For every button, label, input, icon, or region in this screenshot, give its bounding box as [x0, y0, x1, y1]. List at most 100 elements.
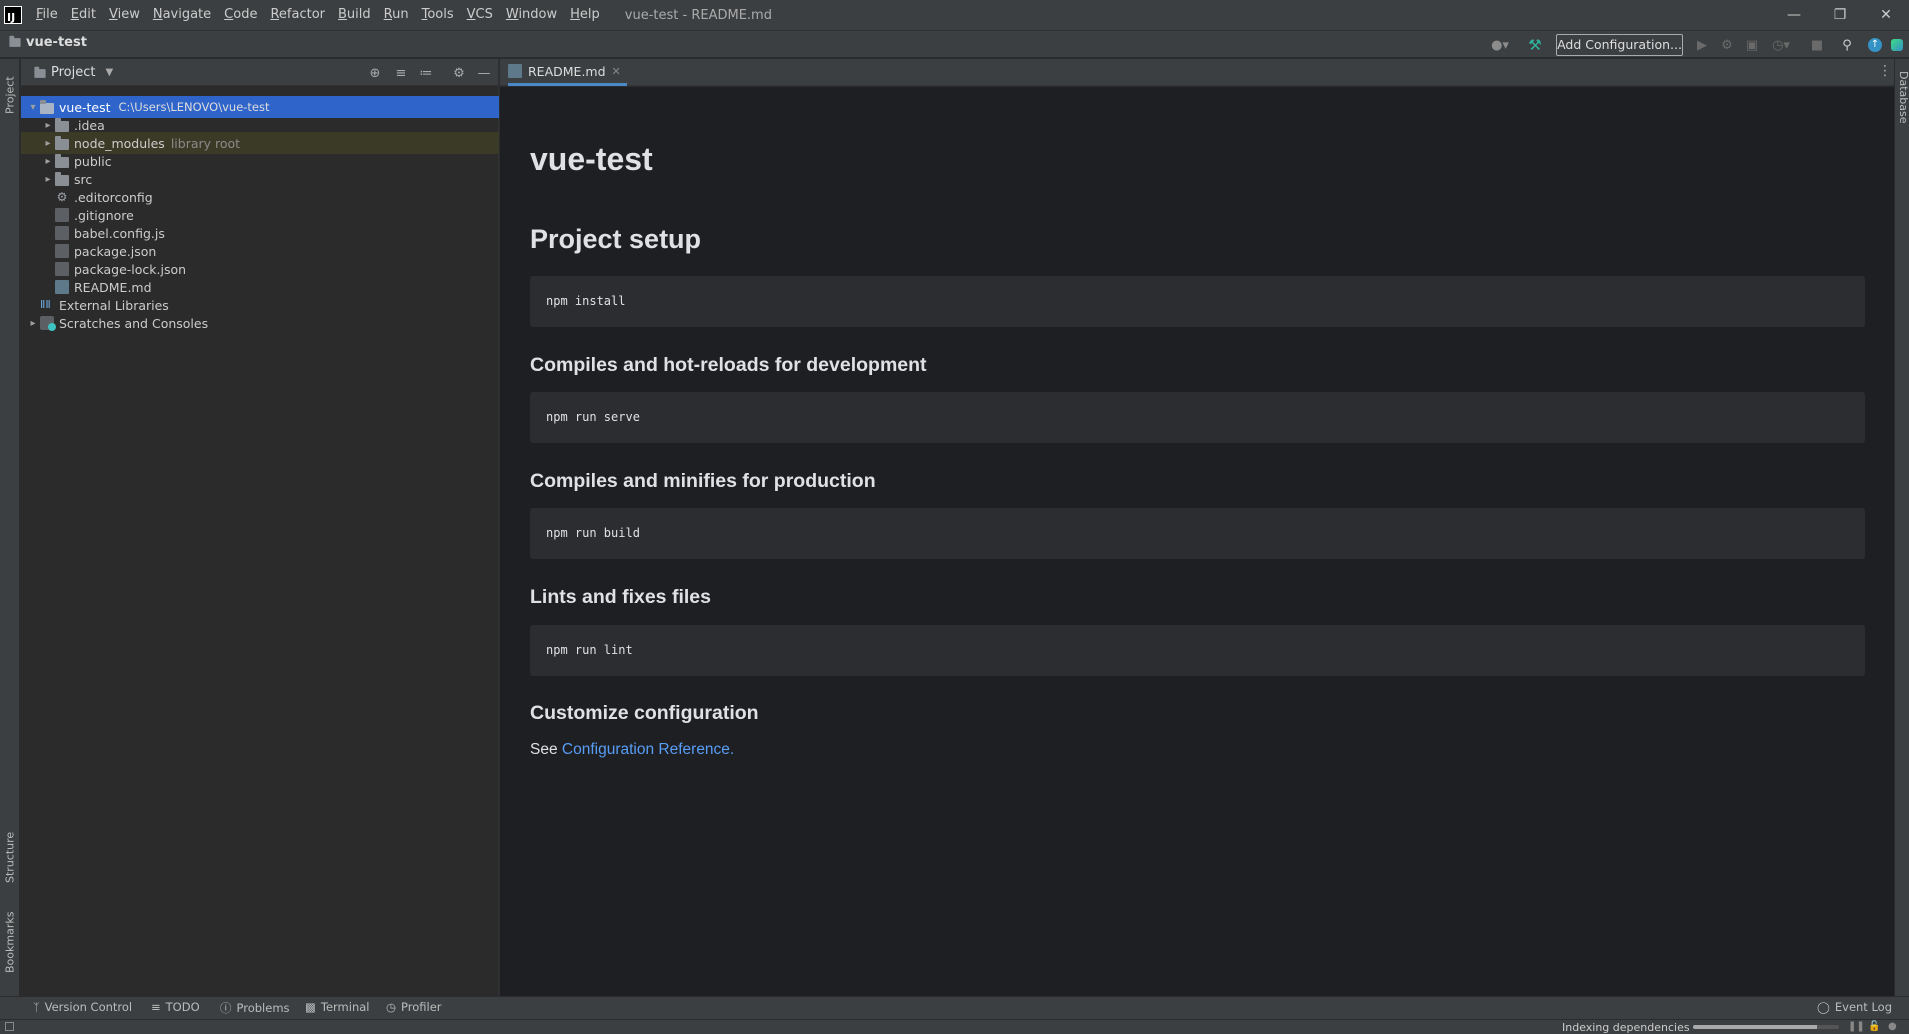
profiler-tool-button[interactable]: ◷ Profiler	[386, 1000, 442, 1014]
menu-edit[interactable]: Edit	[65, 0, 103, 30]
chevron-down-icon[interactable]: ▾	[26, 102, 40, 113]
menu-label-rest: ode	[233, 7, 258, 22]
user-account-icon[interactable]: ●▾	[1486, 36, 1514, 54]
menu-label-rest: CS	[475, 7, 493, 22]
menu-mnemonic: E	[70, 7, 79, 22]
menu-build[interactable]: Build	[332, 0, 378, 30]
locate-file-icon[interactable]: ⊕	[366, 64, 384, 82]
indexing-status[interactable]: Indexing dependencies	[1562, 1021, 1690, 1034]
chevron-right-icon[interactable]: ▸	[41, 156, 55, 167]
menu-label-rest: un	[392, 7, 409, 22]
toggle-tool-windows-icon[interactable]	[5, 1022, 14, 1031]
menu-refactor[interactable]: Refactor	[264, 0, 332, 30]
tab-readme[interactable]: README.md ✕	[508, 59, 627, 86]
chevron-right-icon[interactable]: ▸	[41, 120, 55, 131]
run-icon[interactable]: ▶	[1693, 36, 1711, 54]
libraries-icon: ⅡⅡ	[40, 298, 51, 311]
breadcrumb[interactable]: vue-test	[8, 35, 87, 50]
md-heading-prod: Compiles and minifies for production	[530, 470, 876, 492]
menu-run[interactable]: Run	[378, 0, 416, 30]
configuration-reference-link[interactable]: Configuration Reference.	[562, 741, 734, 758]
menu-vcs[interactable]: VCS	[461, 0, 500, 30]
menu-tools[interactable]: Tools	[416, 0, 461, 30]
menu-label-rest: ile	[42, 7, 58, 22]
event-log-tool-button[interactable]: ◯ Event Log	[1817, 1000, 1892, 1014]
project-view-selector[interactable]: Project	[51, 65, 95, 80]
todo-tool-button[interactable]: ≡ TODO	[151, 1000, 200, 1014]
tree-item-label: package.json	[74, 243, 157, 259]
markdown-file-icon	[55, 280, 69, 294]
menu-mnemonic: B	[338, 7, 347, 22]
status-bar: Indexing dependencies ❚❚ 🔓 ●	[0, 1019, 1909, 1034]
menu-code[interactable]: Code	[218, 0, 264, 30]
memory-indicator-icon[interactable]: ●	[1888, 1021, 1897, 1032]
gear-icon[interactable]: ⚙	[450, 64, 468, 82]
tree-item-label: .gitignore	[74, 207, 134, 223]
profiler-icon: ◷	[386, 1000, 397, 1014]
expand-all-icon[interactable]: ≡	[392, 64, 410, 82]
minimize-button[interactable]: —	[1771, 0, 1817, 30]
stop-icon[interactable]: ■	[1808, 36, 1826, 54]
library-root-hint: library root	[170, 135, 241, 151]
menu-mnemonic: N	[152, 7, 163, 22]
chevron-right-icon[interactable]: ▸	[26, 318, 40, 329]
menu-view[interactable]: View	[103, 0, 147, 30]
menu-help[interactable]: Help	[564, 0, 607, 30]
build-hammer-icon[interactable]: ⚒	[1526, 36, 1544, 54]
profile-icon[interactable]: ◷▾	[1768, 36, 1794, 54]
breadcrumb-project[interactable]: vue-test	[26, 35, 87, 50]
chevron-down-icon[interactable]: ▼	[105, 67, 113, 78]
md-heading-dev: Compiles and hot-reloads for development	[530, 354, 927, 376]
menu-mnemonic: C	[224, 7, 234, 22]
close-tab-icon[interactable]: ✕	[612, 65, 621, 78]
main-menu: File Edit View Navigate Code Refactor Build Run…	[30, 0, 607, 30]
menu-window[interactable]: Window	[500, 0, 564, 30]
chevron-right-icon[interactable]: ▸	[41, 174, 55, 185]
lock-icon[interactable]: 🔓	[1868, 1021, 1880, 1032]
menu-mnemonic: R	[270, 7, 279, 22]
add-configuration-button[interactable]: Add Configuration...	[1556, 34, 1683, 56]
tree-item-label: .idea	[74, 117, 105, 133]
collapse-all-icon[interactable]: ≔	[417, 64, 435, 82]
more-options-icon[interactable]: ⋮	[1878, 63, 1892, 79]
hide-panel-icon[interactable]: —	[475, 64, 493, 82]
close-window-button[interactable]: ✕	[1863, 0, 1909, 30]
md-paragraph: See Configuration Reference.	[530, 741, 734, 759]
project-tool-tab[interactable]: Project	[0, 65, 20, 125]
tree-item-label: package-lock.json	[74, 261, 187, 277]
config-file-icon: ⚙	[56, 190, 68, 204]
tree-item-label: vue-test	[59, 99, 111, 115]
pause-icon[interactable]: ❚❚	[1848, 1021, 1865, 1032]
info-icon: ⓘ	[220, 1001, 232, 1015]
coverage-icon[interactable]: ▣	[1743, 36, 1761, 54]
search-icon[interactable]: ⚲	[1838, 36, 1856, 54]
restore-button[interactable]: ❐	[1817, 0, 1863, 30]
title-bar: IJ File Edit View Navigate Code Refactor Build…	[0, 0, 1909, 30]
menu-mnemonic: R	[383, 7, 393, 22]
problems-tool-button[interactable]: ⓘ Problems	[220, 1000, 290, 1016]
markdown-file-icon	[508, 64, 522, 78]
menu-label-rest: uild	[346, 7, 371, 22]
structure-tool-tab[interactable]: Structure	[0, 821, 20, 893]
tree-item-label: .editorconfig	[74, 189, 153, 205]
debug-icon[interactable]: ⚙	[1718, 36, 1736, 54]
database-tool-tab[interactable]: Database	[1895, 71, 1909, 124]
project-path-hint: C:\Users\LENOVO\vue-test	[118, 100, 270, 114]
chevron-right-icon[interactable]: ▸	[41, 138, 55, 149]
tree-item-label: README.md	[74, 279, 152, 295]
plugin-logo-icon[interactable]	[1890, 36, 1904, 54]
menu-file[interactable]: File	[30, 0, 65, 30]
menu-label-rest: dit	[79, 7, 96, 22]
update-icon[interactable]: ↑	[1866, 36, 1884, 54]
menu-navigate[interactable]: Navigate	[147, 0, 218, 30]
version-control-tool-button[interactable]: ᛉ Version Control	[33, 1000, 132, 1014]
menu-label-rest: elp	[579, 7, 600, 22]
menu-label-rest: efactor	[278, 7, 325, 22]
bookmarks-tool-tab[interactable]: Bookmarks	[0, 901, 20, 983]
tree-item-scratches-and-consoles[interactable]: ▸ Scratches and Consoles	[21, 312, 499, 334]
indexing-progress-fill	[1693, 1025, 1818, 1029]
project-panel-header: Project ▼ ⊕ ≡ ≔ ⚙ —	[21, 59, 498, 86]
menu-mnemonic: H	[570, 7, 580, 22]
menu-label-rest: iew	[117, 7, 140, 22]
terminal-tool-button[interactable]: ▩ Terminal	[305, 1000, 369, 1014]
